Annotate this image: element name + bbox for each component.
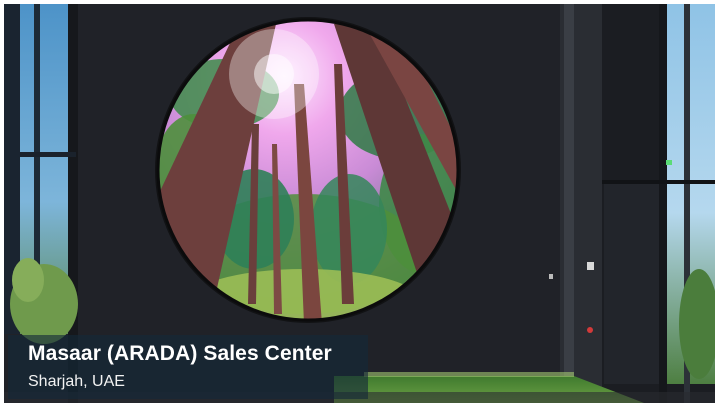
caption-location: Sharjah, UAE [28,373,125,390]
right-glass-facade [549,4,715,403]
caption-box: Masaar (ARADA) Sales Center Sharjah, UAE [8,335,368,399]
photo-frame: Masaar (ARADA) Sales Center Sharjah, UAE [4,4,715,403]
caption-title: Masaar (ARADA) Sales Center [28,342,332,365]
